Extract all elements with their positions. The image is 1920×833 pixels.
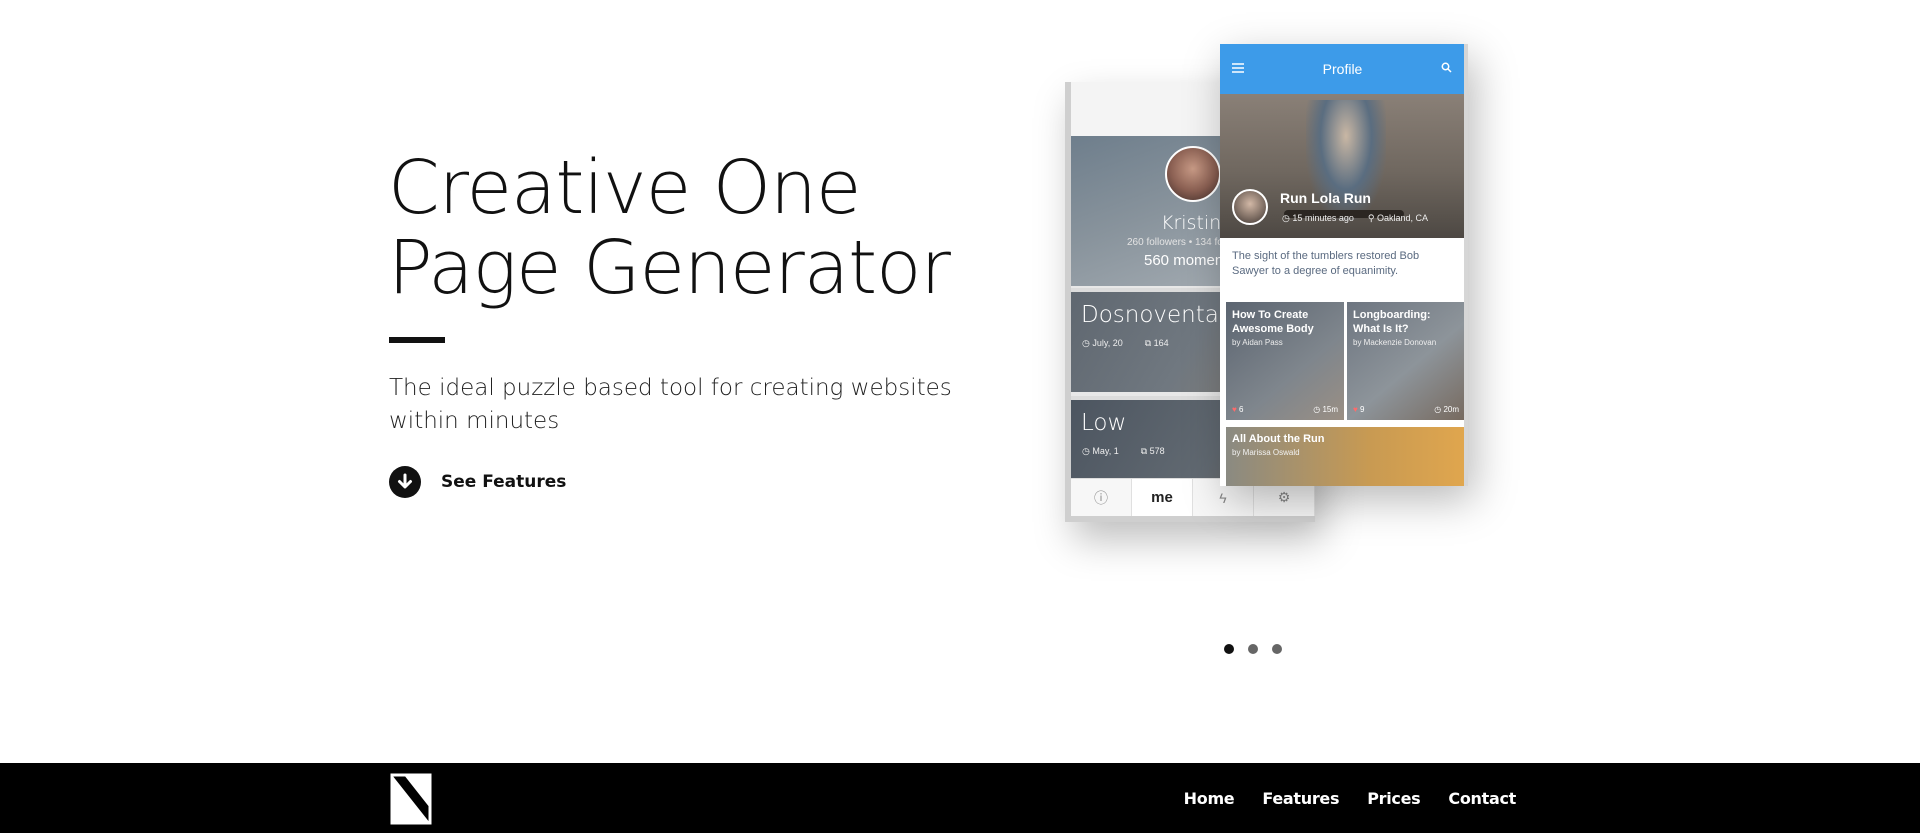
footer-nav-bar: Home Features Prices Contact: [0, 763, 1920, 833]
front-phone-appbar: Profile: [1220, 44, 1464, 94]
moment-card-meta: ◷ July, 20 ⧉ 164: [1082, 338, 1169, 349]
post-quote: The sight of the tumblers restored Bob S…: [1232, 250, 1420, 277]
article-title: Longboarding: What Is It?: [1353, 309, 1431, 335]
clock-icon: ◷ July, 20: [1082, 338, 1123, 348]
nav-features[interactable]: Features: [1262, 789, 1339, 808]
article-duration: 15m: [1322, 405, 1338, 414]
info-icon: ⓘ: [1071, 479, 1132, 516]
post-title: Run Lola Run: [1280, 190, 1371, 206]
see-features-button[interactable]: See Features: [389, 466, 566, 498]
main-nav: Home Features Prices Contact: [1184, 763, 1517, 833]
post-location: Oakland, CA: [1377, 213, 1429, 223]
clock-icon: ◷ May, 1: [1082, 446, 1119, 456]
hero-title: Creative One Page Generator: [388, 148, 988, 308]
front-phone-screen: Profile Run Lola Run ◷ 15 minutes ago ⚲ …: [1220, 44, 1468, 486]
hero-title-line-1: Creative One: [388, 145, 861, 231]
menu-icon: [1232, 60, 1244, 78]
clock-icon: ◷: [1434, 405, 1442, 414]
article-author: by Marissa Oswald: [1232, 448, 1300, 457]
hero-subtitle: The ideal puzzle based tool for creating…: [389, 375, 952, 434]
article-tile-wide: All About the Run by Marissa Oswald: [1226, 427, 1464, 486]
moment-count: 164: [1153, 338, 1169, 348]
post-meta: ◷ 15 minutes ago ⚲ Oakland, CA: [1282, 213, 1428, 224]
nav-contact[interactable]: Contact: [1448, 789, 1516, 808]
arrow-down-circle-icon: [389, 466, 421, 498]
carousel-dots: [1224, 644, 1282, 654]
clock-icon: ◷: [1313, 405, 1321, 414]
article-title: How To Create Awesome Body: [1232, 309, 1314, 335]
nav-prices[interactable]: Prices: [1367, 789, 1420, 808]
search-icon: [1441, 60, 1452, 78]
tab-me: me: [1132, 479, 1193, 516]
hero-divider: [389, 337, 445, 343]
article-title: All About the Run: [1232, 433, 1325, 445]
heart-icon: ♥: [1232, 405, 1237, 414]
nav-home[interactable]: Home: [1184, 789, 1235, 808]
avatar: [1232, 189, 1268, 225]
carousel-dot-1[interactable]: [1224, 644, 1234, 654]
profile-moments: 560 momen: [1144, 252, 1224, 269]
copy-icon: ⧉ 164: [1144, 338, 1169, 348]
post-cover-image: Run Lola Run ◷ 15 minutes ago ⚲ Oakland,…: [1220, 94, 1464, 238]
article-footer: ♥ 6 ◷ 15m: [1232, 405, 1338, 414]
article-tile: Longboarding: What Is It? by Mackenzie D…: [1347, 302, 1464, 420]
article-author: by Mackenzie Donovan: [1353, 338, 1437, 347]
post-time: 15 minutes ago: [1292, 213, 1354, 223]
article-footer: ♥ 9 ◷ 20m: [1353, 405, 1459, 414]
moment-date: July, 20: [1092, 338, 1123, 348]
hero-title-line-2: Page Generator: [388, 225, 951, 311]
location-pin-icon: ⚲ Oakland, CA: [1367, 213, 1429, 223]
see-features-label: See Features: [441, 472, 567, 492]
moment-count: 578: [1149, 446, 1165, 456]
article-likes: 9: [1359, 405, 1365, 414]
brand-logo[interactable]: [390, 773, 432, 825]
phone-mockup: Kristina 260 followers • 134 fo 560 mome…: [1060, 40, 1480, 540]
carousel-dot-2[interactable]: [1248, 644, 1258, 654]
copy-icon: ⧉ 578: [1140, 446, 1165, 456]
article-duration: 20m: [1443, 405, 1459, 414]
appbar-title: Profile: [1322, 61, 1363, 77]
moment-card-meta: ◷ May, 1 ⧉ 578: [1082, 446, 1165, 457]
moment-card-title: Low: [1081, 410, 1127, 436]
clock-icon: ◷ 15 minutes ago: [1282, 213, 1354, 223]
carousel-dot-3[interactable]: [1272, 644, 1282, 654]
profile-stats: 260 followers • 134 fo: [1127, 237, 1223, 248]
moment-date: May, 1: [1092, 446, 1119, 456]
moment-card-title: Dosnoventa: [1081, 302, 1219, 328]
heart-icon: ♥: [1353, 405, 1358, 414]
article-tile: How To Create Awesome Body by Aidan Pass…: [1226, 302, 1344, 420]
article-author: by Aidan Pass: [1232, 338, 1283, 347]
article-likes: 6: [1238, 405, 1244, 414]
avatar: [1165, 146, 1221, 202]
